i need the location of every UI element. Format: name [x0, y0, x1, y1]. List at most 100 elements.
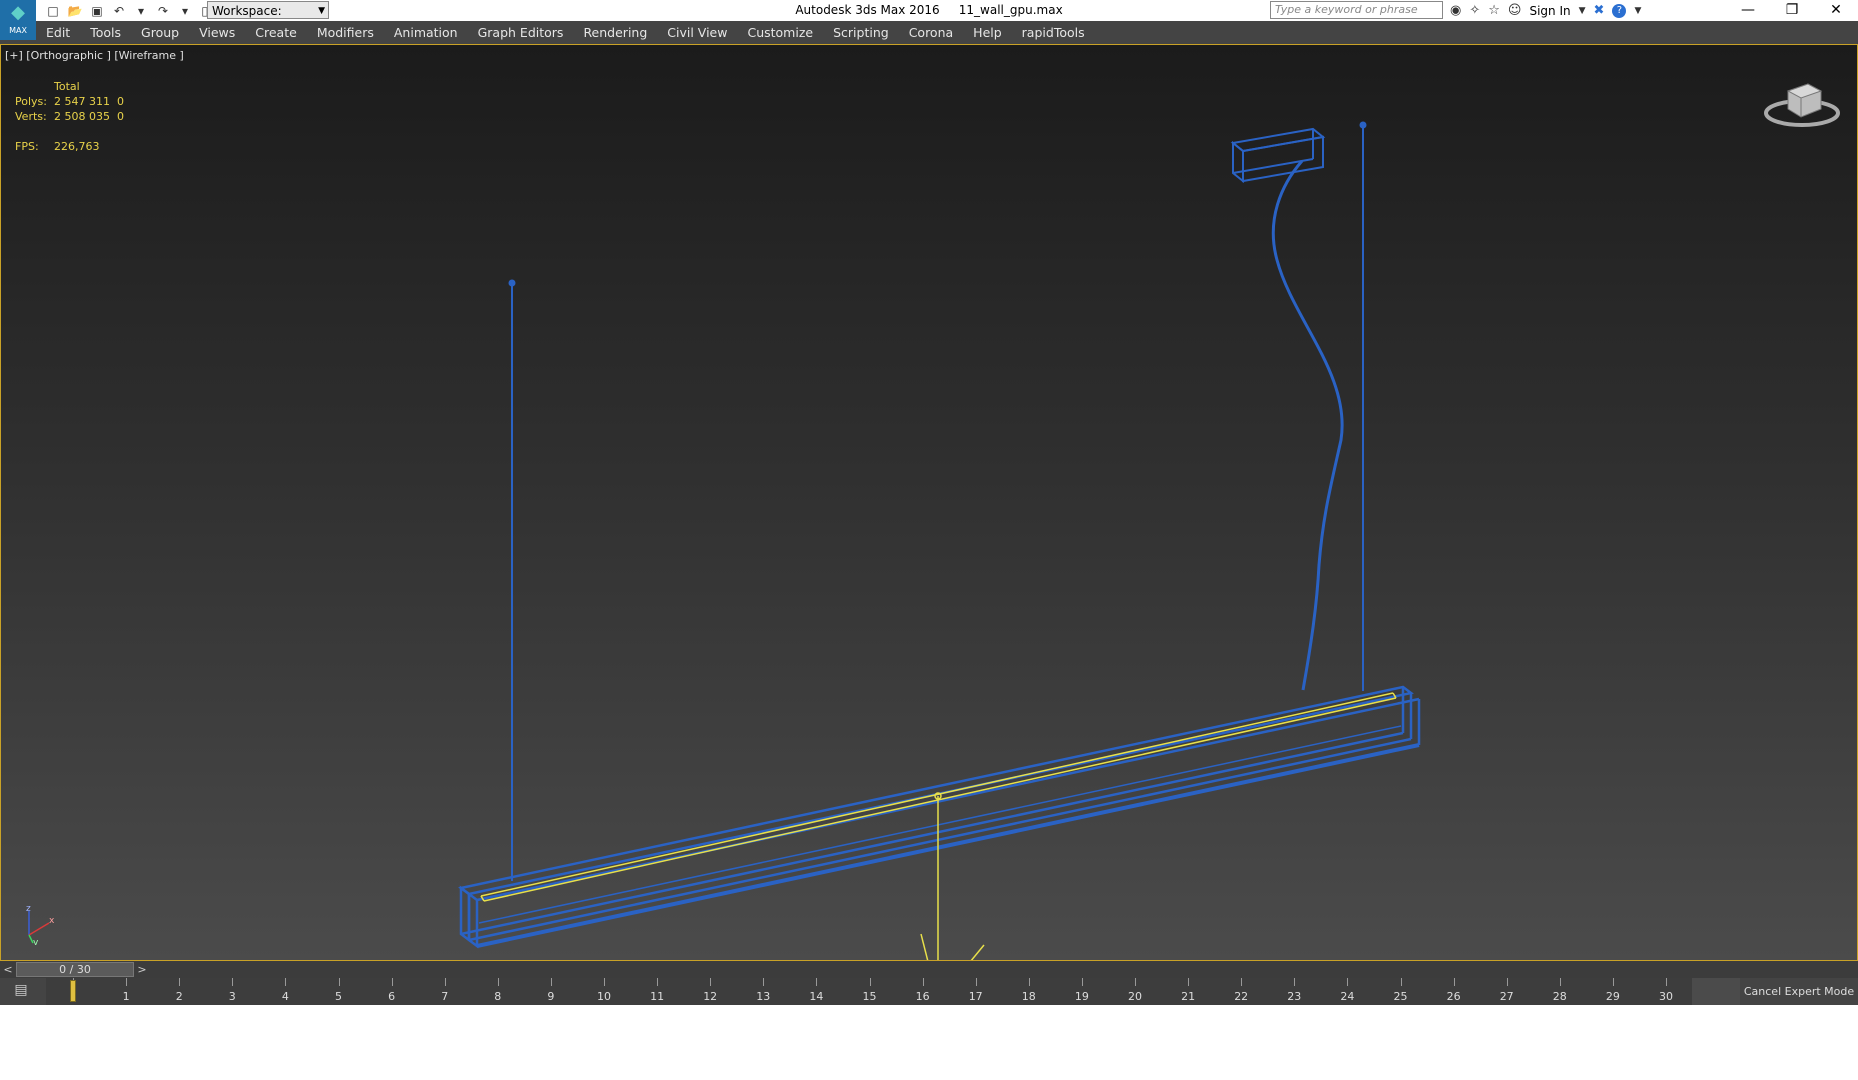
viewport-statistics: Total Polys: 2 547 311 0 Verts: 2 508 03…: [15, 79, 124, 154]
menu-modifiers[interactable]: Modifiers: [307, 21, 384, 44]
frame-tick-mark: [975, 978, 977, 986]
frame-tick-mark: [710, 978, 712, 986]
frame-tick-label: 8: [494, 990, 502, 1003]
polys-value: 2 547 311: [54, 95, 110, 108]
menu-views[interactable]: Views: [189, 21, 245, 44]
menu-customize[interactable]: Customize: [737, 21, 823, 44]
frame-tick-label: 22: [1234, 990, 1249, 1003]
orthographic-viewport[interactable]: [+] [Orthographic ] [Wireframe ] Total P…: [0, 44, 1858, 961]
menu-edit[interactable]: Edit: [36, 21, 80, 44]
frame-tick-label: 25: [1393, 990, 1408, 1003]
scene-wireframe[interactable]: [1, 45, 1857, 960]
redo-icon[interactable]: ↷: [154, 2, 172, 20]
close-icon[interactable]: ✕: [1814, 0, 1858, 21]
frame-tick-label: 24: [1340, 990, 1355, 1003]
menu-corona[interactable]: Corona: [899, 21, 963, 44]
menu-rapidtools[interactable]: rapidTools: [1012, 21, 1095, 44]
star-icon[interactable]: ☆: [1488, 3, 1500, 18]
frame-tick-mark: [816, 978, 818, 986]
menu-animation[interactable]: Animation: [384, 21, 468, 44]
ceiling-canopy[interactable]: [1230, 127, 1326, 184]
time-slider-thumb[interactable]: 0 / 30: [16, 962, 134, 977]
new-file-icon[interactable]: □: [44, 2, 62, 20]
workspace-dropdown[interactable]: Workspace: Default ▼: [207, 1, 329, 36]
open-mini-curve-editor-icon[interactable]: ▤: [8, 982, 34, 1000]
sign-in-button[interactable]: Sign In: [1529, 4, 1570, 18]
frame-tick-label: 16: [915, 990, 930, 1003]
sign-in-dropdown-icon[interactable]: ▼: [1579, 6, 1586, 16]
quick-access-toolbar: □ 📂 ▣ ↶ ▾ ↷ ▾ ◫: [44, 0, 216, 21]
frame-tick-label: 12: [703, 990, 718, 1003]
linear-light-fixture[interactable]: [458, 685, 1421, 949]
frame-tick-label: 17: [968, 990, 983, 1003]
frame-tick-mark: [1400, 978, 1402, 986]
axis-z-label: z: [26, 904, 31, 914]
frame-tick-mark: [1506, 978, 1508, 986]
undo-dropdown-icon[interactable]: ▾: [132, 2, 150, 20]
frame-tick-mark: [126, 978, 128, 986]
help-dropdown-icon[interactable]: ▼: [1634, 6, 1641, 16]
search-input[interactable]: Type a keyword or phrase: [1270, 1, 1443, 19]
search-placeholder: Type a keyword or phrase: [1275, 3, 1418, 16]
satellite-icon[interactable]: ✧: [1469, 3, 1480, 18]
frame-tick-mark: [763, 978, 765, 986]
frame-tick-mark: [657, 978, 659, 986]
frame-tick-label: 11: [650, 990, 665, 1003]
frame-tick-mark: [1347, 978, 1349, 986]
ruler-end-panel: [1692, 978, 1740, 1005]
redo-dropdown-icon[interactable]: ▾: [176, 2, 194, 20]
frame-tick-label: 13: [756, 990, 771, 1003]
frame-tick-mark: [922, 978, 924, 986]
menu-tools[interactable]: Tools: [80, 21, 131, 44]
left-suspension-wire[interactable]: [508, 279, 516, 882]
frame-tick-label: 20: [1128, 990, 1142, 1003]
frame-tick-label: 15: [862, 990, 877, 1003]
exchange-icon[interactable]: ✖: [1594, 3, 1605, 18]
undo-icon[interactable]: ↶: [110, 2, 128, 20]
binoculars-icon[interactable]: ◉: [1450, 3, 1461, 18]
frame-tick-mark: [1294, 978, 1296, 986]
chevron-down-icon: ▼: [318, 6, 325, 16]
frame-tick-mark: [179, 978, 181, 986]
frame-tick-mark: [1081, 978, 1083, 986]
viewcube-icon[interactable]: [1763, 71, 1841, 131]
axis-x-label: x: [49, 916, 55, 926]
frame-ruler[interactable]: 0123456789101112131415161718192021222324…: [46, 978, 1692, 1005]
menu-create[interactable]: Create: [245, 21, 307, 44]
cancel-expert-mode-button[interactable]: Cancel Expert Mode: [1740, 978, 1858, 1005]
time-slider-next-button[interactable]: >: [136, 961, 148, 978]
menu-scripting[interactable]: Scripting: [823, 21, 899, 44]
frame-tick-label: 26: [1446, 990, 1461, 1003]
save-icon[interactable]: ▣: [88, 2, 106, 20]
menu-graph-editors[interactable]: Graph Editors: [468, 21, 574, 44]
open-file-icon[interactable]: 📂: [66, 2, 84, 20]
file-name: 11_wall_gpu.max: [958, 3, 1063, 17]
menu-help[interactable]: Help: [963, 21, 1012, 44]
frame-tick-label: 3: [228, 990, 236, 1003]
menu-civil-view[interactable]: Civil View: [657, 21, 737, 44]
power-cable[interactable]: [1271, 160, 1344, 691]
frame-tick-mark: [1666, 978, 1667, 986]
viewport-label-menu[interactable]: [+] [Orthographic ] [Wireframe ]: [5, 49, 184, 62]
right-suspension-wire[interactable]: [1359, 121, 1367, 692]
frame-tick-mark: [1028, 978, 1030, 986]
user-icon[interactable]: ☺: [1508, 3, 1522, 18]
help-icon[interactable]: ?: [1612, 3, 1627, 18]
fps-value: 226,763: [54, 140, 100, 153]
menu-rendering[interactable]: Rendering: [573, 21, 657, 44]
frame-tick-mark: [1559, 978, 1561, 986]
menu-group[interactable]: Group: [131, 21, 189, 44]
frame-tick-label: 1: [122, 990, 130, 1003]
current-frame-cursor[interactable]: [70, 980, 76, 1002]
time-slider-prev-button[interactable]: <: [2, 961, 14, 978]
minimize-icon[interactable]: —: [1726, 0, 1770, 21]
frame-tick-label: 23: [1287, 990, 1302, 1003]
frame-tick-label: 9: [547, 990, 555, 1003]
app-menu-button[interactable]: ◆ MAX: [0, 0, 36, 40]
restore-icon[interactable]: ❐: [1770, 0, 1814, 21]
app-logo-text: MAX: [9, 26, 27, 35]
frame-tick-label: 27: [1499, 990, 1514, 1003]
verts-value: 2 508 035: [54, 110, 110, 123]
time-slider[interactable]: < 0 / 30 >: [0, 961, 1858, 978]
window-controls: — ❐ ✕: [1726, 0, 1858, 21]
